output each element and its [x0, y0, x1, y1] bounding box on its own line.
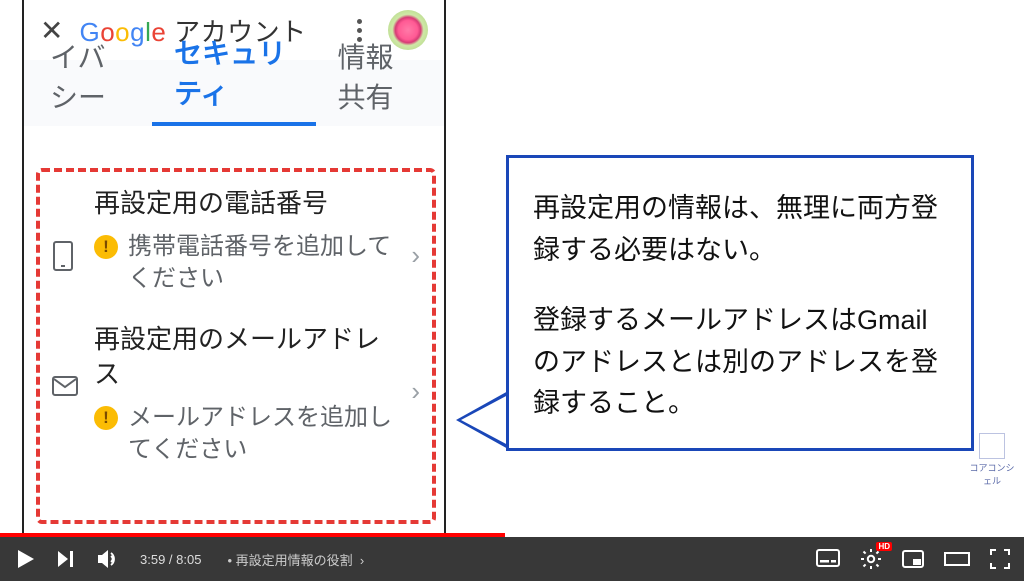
- speech-bubble: 再設定用の情報は、無理に両方登録する必要はない。 登録するメールアドレスはGma…: [506, 155, 974, 451]
- speech-line-1: 再設定用の情報は、無理に両方登録する必要はない。: [533, 188, 947, 272]
- highlight-box: 再設定用の電話番号 ! 携帯電話番号を追加してください › 再設定用のメールアド…: [36, 168, 436, 524]
- recovery-email-help: メールアドレスを追加してください: [128, 402, 397, 467]
- recovery-email-row[interactable]: 再設定用のメールアドレス ! メールアドレスを追加してください ›: [52, 322, 420, 467]
- warning-icon: !: [94, 406, 118, 430]
- brand-watermark: コアコンシェル: [968, 433, 1016, 487]
- tabs: イバシー セキュリティ 情報共有: [24, 60, 444, 126]
- speech-tail: [456, 390, 510, 450]
- tab-privacy[interactable]: イバシー: [28, 36, 152, 126]
- brand-label: コアコンシェル: [969, 463, 1014, 486]
- mail-icon: [52, 322, 80, 396]
- volume-button[interactable]: [96, 548, 120, 570]
- play-button[interactable]: [14, 548, 36, 570]
- recovery-phone-row[interactable]: 再設定用の電話番号 ! 携帯電話番号を追加してください ›: [52, 186, 420, 296]
- miniplayer-button[interactable]: [902, 550, 924, 568]
- chevron-right-icon: ›: [411, 322, 420, 407]
- theater-button[interactable]: [944, 550, 970, 568]
- next-button[interactable]: [56, 549, 76, 569]
- phone-icon: [52, 186, 80, 272]
- tab-security[interactable]: セキュリティ: [152, 32, 315, 126]
- chevron-right-icon: ›: [411, 186, 420, 271]
- time-display: 3:59 / 8:05: [140, 552, 201, 567]
- time-current: 3:59: [140, 552, 165, 567]
- brand-icon: [979, 433, 1005, 459]
- speech-line-2: 登録するメールアドレスはGmailのアドレスとは別のアドレスを登録すること。: [533, 300, 947, 426]
- tab-sharing[interactable]: 情報共有: [316, 36, 440, 126]
- subtitles-button[interactable]: [816, 549, 840, 569]
- fullscreen-button[interactable]: [990, 549, 1010, 569]
- video-frame: ✕ Google アカウント イバシー セキュリティ 情報共有 再設定用の電話番…: [0, 0, 1024, 581]
- chapter-label[interactable]: • 再設定用情報の役割 ›: [227, 550, 364, 569]
- recovery-phone-title: 再設定用の電話番号: [94, 186, 397, 221]
- recovery-phone-help: 携帯電話番号を追加してください: [128, 231, 397, 296]
- warning-icon: !: [94, 235, 118, 259]
- settings-button[interactable]: [860, 548, 882, 570]
- time-total: 8:05: [176, 552, 201, 567]
- slide-content: ✕ Google アカウント イバシー セキュリティ 情報共有 再設定用の電話番…: [0, 0, 1024, 537]
- recovery-email-title: 再設定用のメールアドレス: [94, 322, 397, 392]
- player-controls: 3:59 / 8:05 • 再設定用情報の役割 ›: [0, 537, 1024, 581]
